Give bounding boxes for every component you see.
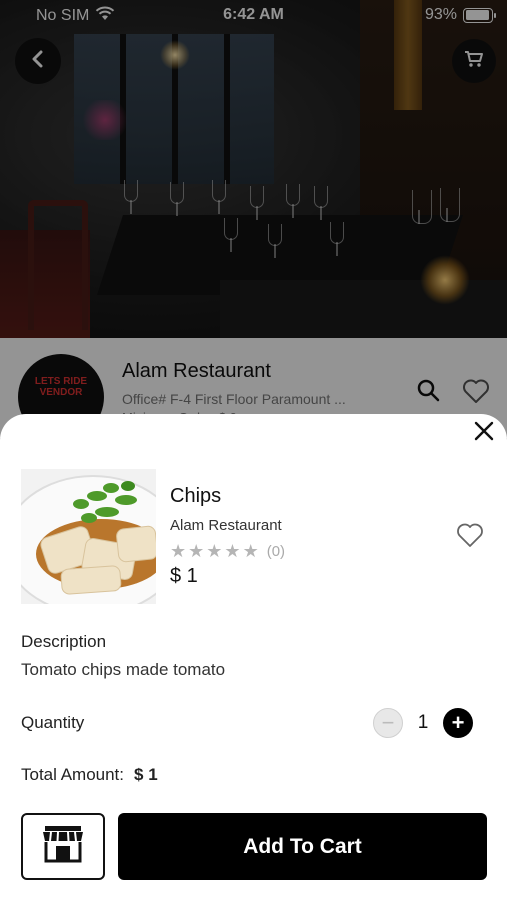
product-name: Chips bbox=[170, 485, 222, 507]
description-text: Tomato chips made tomato bbox=[21, 660, 226, 679]
increase-quantity-button[interactable]: + bbox=[443, 708, 473, 738]
product-restaurant: Alam Restaurant bbox=[170, 517, 282, 534]
store-button[interactable] bbox=[21, 813, 105, 880]
favorite-product-button[interactable] bbox=[456, 522, 484, 553]
store-icon bbox=[41, 824, 85, 869]
close-button[interactable] bbox=[471, 420, 497, 446]
decrease-quantity-button[interactable]: − bbox=[373, 708, 403, 738]
heart-icon bbox=[456, 523, 484, 552]
description-label: Description bbox=[21, 632, 107, 651]
product-image bbox=[21, 469, 156, 604]
total-amount: Total Amount: $ 1 bbox=[21, 765, 158, 785]
star-icon: ★ bbox=[188, 541, 205, 561]
product-price: $ 1 bbox=[170, 565, 198, 587]
close-icon bbox=[474, 421, 494, 446]
star-icon: ★ bbox=[206, 541, 223, 561]
quantity-value: 1 bbox=[417, 712, 429, 733]
star-icon: ★ bbox=[224, 541, 241, 561]
star-icon: ★ bbox=[170, 541, 187, 561]
quantity-stepper: − 1 + bbox=[373, 708, 473, 738]
product-bottom-sheet: Chips Alam Restaurant ★ ★ ★ ★ ★ (0) $ 1 … bbox=[0, 414, 507, 900]
quantity-label: Quantity bbox=[21, 713, 85, 732]
total-label: Total Amount: bbox=[21, 765, 125, 784]
total-value: $ 1 bbox=[134, 765, 158, 784]
product-rating: ★ ★ ★ ★ ★ (0) bbox=[170, 542, 285, 560]
rating-count: (0) bbox=[266, 542, 286, 560]
star-icon: ★ bbox=[242, 541, 259, 561]
add-to-cart-button[interactable]: Add To Cart bbox=[118, 813, 487, 880]
